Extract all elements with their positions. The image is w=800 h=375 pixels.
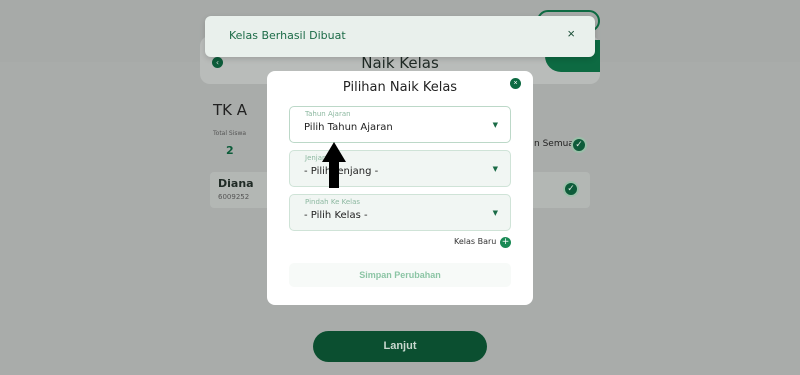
student-id: 6009252 xyxy=(218,193,250,201)
close-icon[interactable]: × xyxy=(567,27,575,41)
student-check-icon[interactable]: ✓ xyxy=(563,181,579,197)
promote-class-modal: Pilihan Naik Kelas × Tahun Ajaran Pilih … xyxy=(267,71,533,305)
target-class-label: Pindah Ke Kelas xyxy=(305,198,361,206)
total-students-label: Total Siswa xyxy=(213,130,247,137)
class-name: TK A xyxy=(213,101,248,119)
modal-title: Pilihan Naik Kelas xyxy=(342,80,458,95)
chevron-down-icon: ▼ xyxy=(492,121,498,129)
back-icon[interactable]: ‹ xyxy=(212,57,223,68)
new-class-label[interactable]: Kelas Baru xyxy=(454,237,496,246)
chevron-down-icon: ▼ xyxy=(492,165,498,173)
save-changes-button[interactable]: Simpan Perubahan xyxy=(289,263,511,287)
toast-message: Kelas Berhasil Dibuat xyxy=(229,29,346,42)
chevron-down-icon: ▼ xyxy=(492,209,498,217)
student-name: Diana xyxy=(218,177,254,190)
school-year-value: Pilih Tahun Ajaran xyxy=(304,122,393,133)
continue-button[interactable]: Lanjut xyxy=(313,331,487,362)
select-all-label: n Semua xyxy=(534,139,574,149)
target-class-select[interactable]: Pindah Ke Kelas - Pilih Kelas - ▼ xyxy=(289,194,511,231)
school-year-select[interactable]: Tahun Ajaran Pilih Tahun Ajaran ▼ xyxy=(289,106,511,143)
select-all-check-icon[interactable]: ✓ xyxy=(571,137,587,153)
arrow-pointer-icon xyxy=(322,142,346,188)
school-year-label: Tahun Ajaran xyxy=(305,110,351,118)
modal-close-icon[interactable]: × xyxy=(510,78,521,89)
total-students-value: 2 xyxy=(226,144,234,157)
target-class-value: - Pilih Kelas - xyxy=(304,210,368,221)
add-class-icon[interactable]: + xyxy=(500,237,511,248)
success-toast: Kelas Berhasil Dibuat × xyxy=(205,16,595,57)
